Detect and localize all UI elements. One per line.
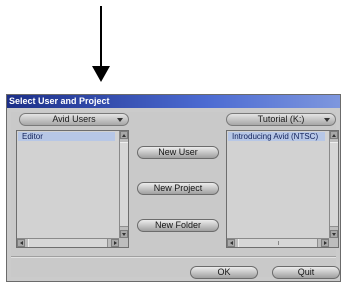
quit-button[interactable]: Quit bbox=[272, 266, 340, 279]
chevron-down-icon bbox=[117, 118, 123, 122]
users-dropdown[interactable]: Avid Users bbox=[19, 113, 129, 126]
projects-dropdown-label: Tutorial (K:) bbox=[257, 114, 305, 124]
users-horizontal-scrollbar[interactable] bbox=[17, 238, 119, 247]
new-project-button[interactable]: New Project bbox=[137, 182, 219, 195]
new-user-button[interactable]: New User bbox=[137, 146, 219, 159]
chevron-down-icon bbox=[324, 118, 330, 122]
arrow-right-icon bbox=[114, 241, 117, 245]
users-dropdown-label: Avid Users bbox=[52, 114, 96, 124]
new-folder-button[interactable]: New Folder bbox=[137, 219, 219, 232]
users-list[interactable]: Editor bbox=[16, 130, 129, 248]
arrow-left-icon bbox=[20, 241, 23, 245]
scroll-down-button[interactable] bbox=[330, 230, 338, 238]
select-user-project-dialog: Select User and Project Avid Users Tutor… bbox=[6, 94, 341, 282]
grip-icon bbox=[278, 241, 279, 245]
scroll-thumb[interactable] bbox=[330, 142, 338, 227]
scroll-corner bbox=[329, 238, 338, 247]
ok-button[interactable]: OK bbox=[190, 266, 258, 279]
arrow-up-icon bbox=[332, 134, 336, 137]
scroll-thumb[interactable] bbox=[120, 142, 128, 227]
scroll-left-button[interactable] bbox=[17, 239, 25, 247]
scroll-up-button[interactable] bbox=[330, 131, 338, 139]
footer-separator bbox=[11, 256, 336, 258]
arrow-down-icon bbox=[122, 233, 126, 236]
down-arrow-icon bbox=[92, 6, 110, 82]
scroll-corner bbox=[119, 238, 128, 247]
arrow-left-icon bbox=[230, 241, 233, 245]
scroll-up-button[interactable] bbox=[120, 131, 128, 139]
list-item-user[interactable]: Editor bbox=[18, 132, 115, 141]
projects-horizontal-scrollbar[interactable] bbox=[227, 238, 329, 247]
scroll-thumb[interactable] bbox=[238, 239, 318, 247]
users-vertical-scrollbar[interactable] bbox=[119, 131, 128, 238]
dialog-title: Select User and Project bbox=[7, 95, 340, 108]
arrow-down-icon bbox=[332, 233, 336, 236]
scroll-down-button[interactable] bbox=[120, 230, 128, 238]
projects-vertical-scrollbar[interactable] bbox=[329, 131, 338, 238]
arrow-right-icon bbox=[324, 241, 327, 245]
list-item-project[interactable]: Introducing Avid (NTSC) bbox=[228, 132, 325, 141]
dialog-body: Avid Users Tutorial (K:) Editor Introduc… bbox=[11, 112, 340, 279]
scroll-thumb[interactable] bbox=[28, 239, 108, 247]
projects-dropdown[interactable]: Tutorial (K:) bbox=[226, 113, 336, 126]
scroll-right-button[interactable] bbox=[321, 239, 329, 247]
arrow-up-icon bbox=[122, 134, 126, 137]
projects-list[interactable]: Introducing Avid (NTSC) bbox=[226, 130, 339, 248]
scroll-left-button[interactable] bbox=[227, 239, 235, 247]
scroll-right-button[interactable] bbox=[111, 239, 119, 247]
